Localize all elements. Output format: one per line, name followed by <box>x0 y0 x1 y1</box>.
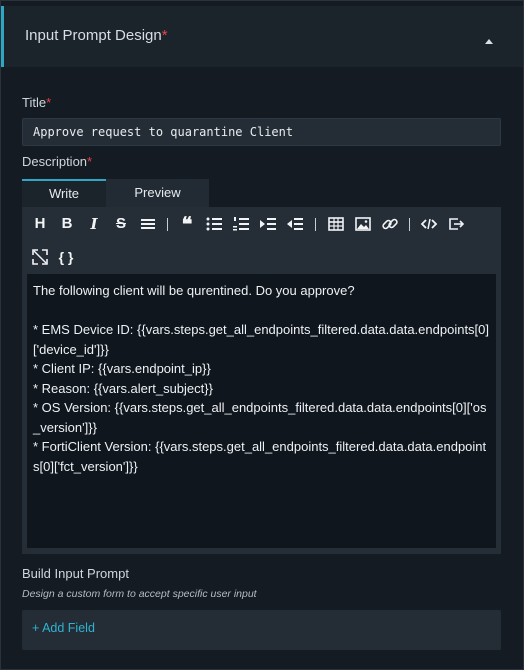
bold-icon[interactable]: B <box>58 215 76 233</box>
editor-toolbar-row-2: { } <box>22 240 501 274</box>
numbered-list-icon[interactable] <box>232 215 250 233</box>
required-mark: * <box>87 154 93 169</box>
toolbar-separator <box>315 218 316 231</box>
indent-icon[interactable] <box>259 215 277 233</box>
add-field-button[interactable]: + Add Field <box>32 621 95 635</box>
link-icon[interactable] <box>381 215 399 233</box>
fields-container: + Add Field <box>22 610 501 650</box>
title-label-text: Title <box>22 95 47 110</box>
tab-preview[interactable]: Preview <box>106 179 209 207</box>
collapse-icon[interactable] <box>485 39 493 44</box>
description-label: Description* <box>22 154 92 169</box>
outdent-icon[interactable] <box>286 215 304 233</box>
horizontal-rule-icon[interactable] <box>139 215 157 233</box>
toolbar-separator <box>409 218 410 231</box>
required-mark: * <box>46 95 52 110</box>
fullscreen-icon[interactable] <box>31 248 49 266</box>
description-textarea[interactable]: The following client will be qurentined.… <box>27 274 496 548</box>
tab-write[interactable]: Write <box>22 179 106 207</box>
strikethrough-icon[interactable]: S <box>112 215 130 233</box>
title-input[interactable]: Approve request to quarantine Client <box>22 118 501 146</box>
build-input-prompt-hint: Design a custom form to accept specific … <box>22 588 257 600</box>
section-title-text: Input Prompt Design <box>25 27 162 44</box>
quote-icon[interactable]: ❝ <box>178 214 196 234</box>
section-header[interactable]: Input Prompt Design* <box>1 6 523 67</box>
build-input-prompt-label: Build Input Prompt <box>22 566 129 581</box>
heading-icon[interactable]: H <box>31 215 49 233</box>
insert-icon[interactable] <box>447 215 465 233</box>
input-prompt-panel: Input Prompt Design* Title* Approve requ… <box>0 0 524 670</box>
title-label: Title* <box>22 95 51 110</box>
code-icon[interactable] <box>420 215 438 233</box>
toolbar-separator <box>167 218 168 231</box>
markdown-editor: H B I S ❝ {} The following client will … <box>22 207 501 554</box>
description-label-text: Description <box>22 154 88 169</box>
editor-toolbar: H B I S ❝ <box>22 207 501 241</box>
variable-icon[interactable]: { } <box>57 248 75 266</box>
required-mark: * <box>161 27 168 44</box>
bullet-list-icon[interactable] <box>205 215 223 233</box>
image-icon[interactable] <box>354 215 372 233</box>
section-title: Input Prompt Design* <box>25 27 168 44</box>
table-icon[interactable] <box>327 215 345 233</box>
italic-icon[interactable]: I <box>85 215 103 233</box>
